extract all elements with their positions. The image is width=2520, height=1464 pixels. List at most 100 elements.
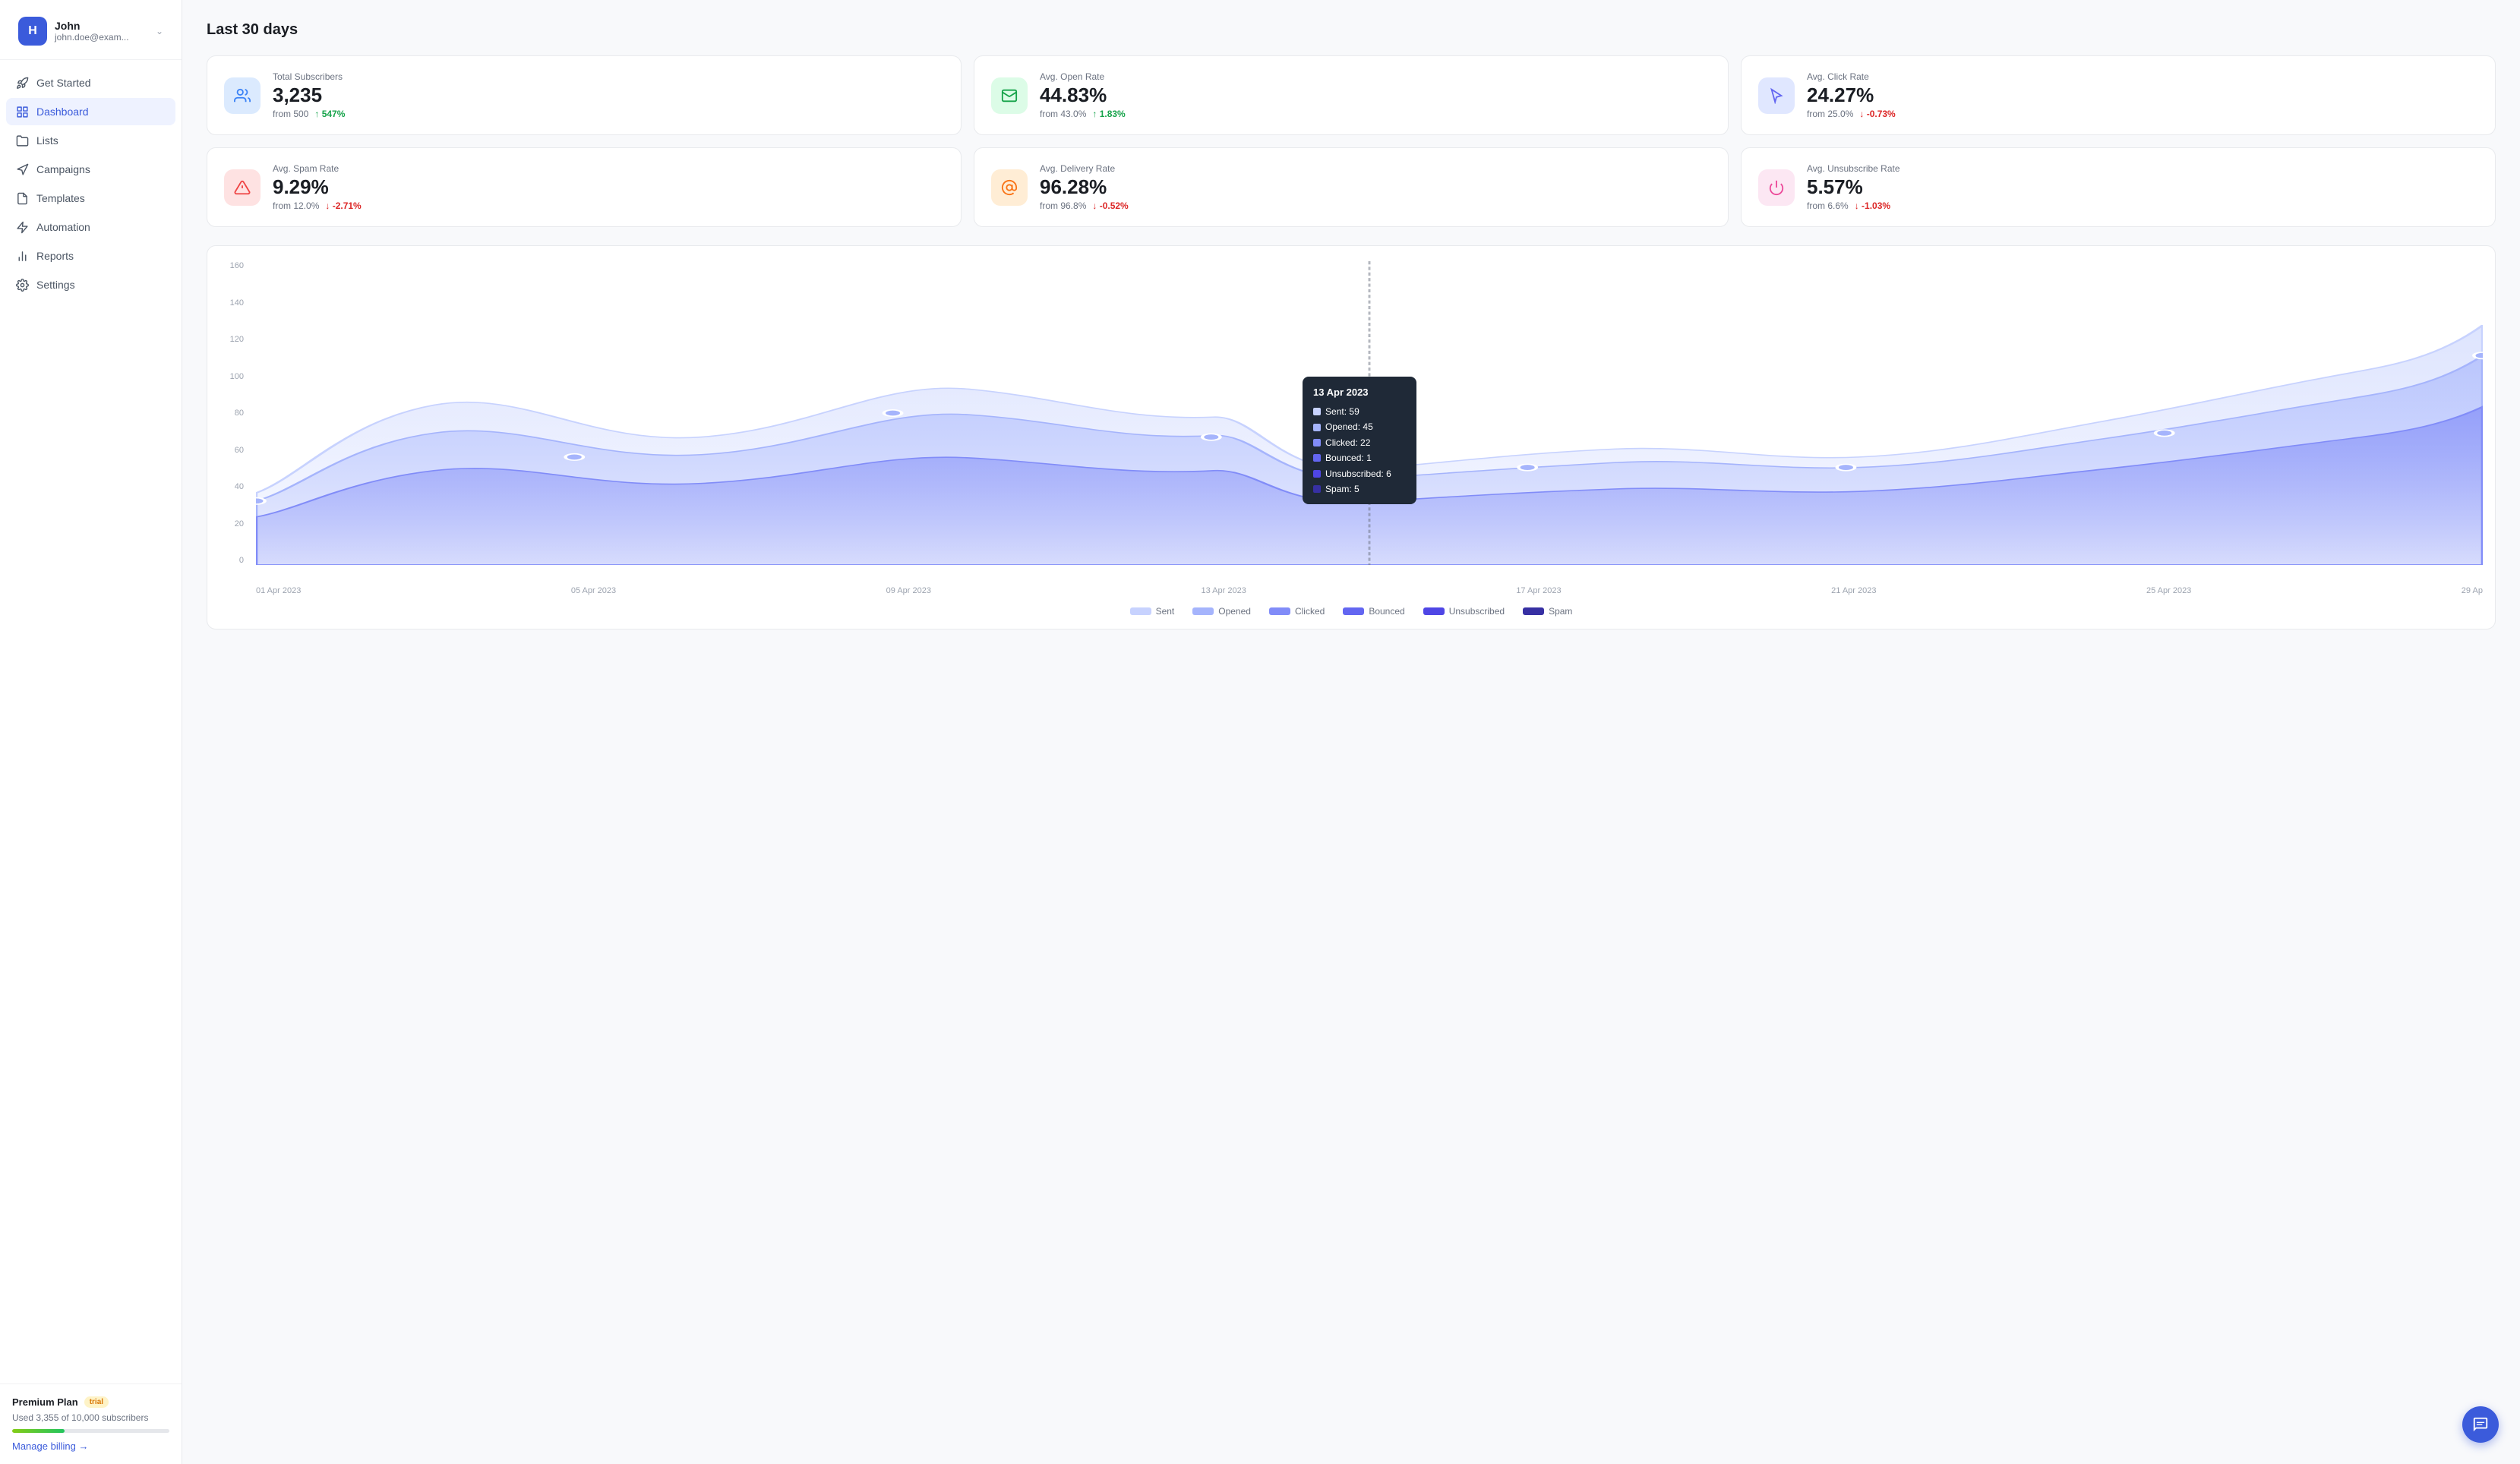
sidebar-item-campaigns[interactable]: Campaigns: [6, 156, 175, 183]
chat-button[interactable]: [2462, 1406, 2499, 1443]
stat-label: Avg. Unsubscribe Rate: [1807, 163, 2478, 174]
legend-label: Sent: [1156, 606, 1175, 617]
page-title: Last 30 days: [207, 21, 2496, 39]
legend-color: [1523, 607, 1544, 615]
legend-label: Unsubscribed: [1449, 606, 1505, 617]
plan-name: Premium Plan: [12, 1396, 78, 1408]
sidebar-item-automation[interactable]: Automation: [6, 213, 175, 241]
sidebar-item-label: Get Started: [36, 77, 91, 89]
y-axis-label: 140: [230, 298, 244, 308]
main-content: Last 30 days Total Subscribers 3,235 fro…: [182, 0, 2520, 1464]
chat-icon: [2472, 1416, 2489, 1433]
chart-svg: [256, 261, 2483, 565]
sidebar-item-dashboard[interactable]: Dashboard: [6, 98, 175, 125]
reports-icon: [15, 249, 29, 263]
x-axis-label: 13 Apr 2023: [1201, 586, 1246, 595]
sidebar-nav: Get Started Dashboard Lists Campaigns Templa…: [0, 60, 182, 1384]
get-started-icon: [15, 76, 29, 90]
avatar: H: [18, 17, 47, 46]
sidebar-item-label: Campaigns: [36, 163, 90, 175]
stat-card-avg-open-rate: Avg. Open Rate 44.83% from 43.0% ↑ 1.83%: [974, 55, 1729, 135]
stat-change: ↑ 1.83%: [1092, 109, 1125, 119]
sidebar-item-get-started[interactable]: Get Started: [6, 69, 175, 96]
y-axis-label: 120: [230, 335, 244, 344]
x-axis-label: 01 Apr 2023: [256, 586, 301, 595]
stat-content: Avg. Click Rate 24.27% from 25.0% ↓ -0.7…: [1807, 71, 2478, 119]
stat-label: Avg. Click Rate: [1807, 71, 2478, 82]
sidebar-item-label: Reports: [36, 250, 74, 262]
user-details: John john.doe@exam...: [55, 20, 148, 43]
user-profile[interactable]: H John john.doe@exam... ⌄: [12, 12, 169, 50]
stat-label: Avg. Spam Rate: [273, 163, 944, 174]
sidebar-item-settings[interactable]: Settings: [6, 271, 175, 298]
user-email: john.doe@exam...: [55, 32, 148, 43]
chart-legend: SentOpenedClickedBouncedUnsubscribedSpam: [219, 606, 2483, 617]
legend-color: [1423, 607, 1445, 615]
stat-from: from 25.0%: [1807, 109, 1853, 119]
stat-meta: from 12.0% ↓ -2.71%: [273, 200, 944, 211]
stat-from: from 6.6%: [1807, 200, 1849, 211]
sidebar: H John john.doe@exam... ⌄ Get Started Das…: [0, 0, 182, 1464]
sidebar-item-lists[interactable]: Lists: [6, 127, 175, 154]
y-axis-label: 20: [235, 519, 244, 528]
stat-card-total-subscribers: Total Subscribers 3,235 from 500 ↑ 547%: [207, 55, 962, 135]
legend-label: Bounced: [1369, 606, 1404, 617]
legend-item-unsubscribed: Unsubscribed: [1423, 606, 1505, 617]
stat-card-avg-delivery-rate: Avg. Delivery Rate 96.28% from 96.8% ↓ -…: [974, 147, 1729, 227]
sidebar-header: H John john.doe@exam... ⌄: [0, 0, 182, 60]
x-axis-label: 21 Apr 2023: [1831, 586, 1876, 595]
warning-icon-wrap: [224, 169, 261, 206]
x-axis-label: 25 Apr 2023: [2146, 586, 2191, 595]
legend-item-bounced: Bounced: [1343, 606, 1404, 617]
y-axis-label: 0: [239, 556, 244, 565]
stat-value: 3,235: [273, 85, 944, 105]
stat-content: Total Subscribers 3,235 from 500 ↑ 547%: [273, 71, 944, 119]
stat-change: ↓ -1.03%: [1855, 200, 1890, 211]
stat-label: Avg. Open Rate: [1040, 71, 1711, 82]
legend-label: Clicked: [1295, 606, 1325, 617]
x-axis-label: 05 Apr 2023: [571, 586, 616, 595]
campaigns-icon: [15, 162, 29, 176]
stat-content: Avg. Unsubscribe Rate 5.57% from 6.6% ↓ …: [1807, 163, 2478, 211]
chart-container: 160140120100806040200: [207, 245, 2496, 629]
legend-color: [1130, 607, 1151, 615]
plan-row: Premium Plan trial: [12, 1396, 169, 1408]
stat-from: from 96.8%: [1040, 200, 1086, 211]
sidebar-item-reports[interactable]: Reports: [6, 242, 175, 270]
stat-card-avg-click-rate: Avg. Click Rate 24.27% from 25.0% ↓ -0.7…: [1741, 55, 2496, 135]
stat-change: ↓ -2.71%: [325, 200, 361, 211]
cursor-icon-wrap: [1758, 77, 1795, 114]
sidebar-item-label: Settings: [36, 279, 75, 291]
stats-grid: Total Subscribers 3,235 from 500 ↑ 547% …: [207, 55, 2496, 227]
sidebar-item-label: Templates: [36, 192, 85, 204]
stat-value: 44.83%: [1040, 85, 1711, 105]
stat-meta: from 43.0% ↑ 1.83%: [1040, 109, 1711, 119]
stat-content: Avg. Spam Rate 9.29% from 12.0% ↓ -2.71%: [273, 163, 944, 211]
stat-content: Avg. Open Rate 44.83% from 43.0% ↑ 1.83%: [1040, 71, 1711, 119]
manage-billing-link[interactable]: Manage billing →: [12, 1440, 169, 1452]
stat-meta: from 96.8% ↓ -0.52%: [1040, 200, 1711, 211]
sidebar-item-templates[interactable]: Templates: [6, 185, 175, 212]
chevron-down-icon: ⌄: [156, 26, 163, 36]
trial-badge: trial: [84, 1396, 109, 1408]
stat-label: Avg. Delivery Rate: [1040, 163, 1711, 174]
stat-card-avg-spam-rate: Avg. Spam Rate 9.29% from 12.0% ↓ -2.71%: [207, 147, 962, 227]
lists-icon: [15, 134, 29, 147]
stat-from: from 12.0%: [273, 200, 319, 211]
chart-y-axis: 160140120100806040200: [219, 261, 250, 565]
stat-value: 24.27%: [1807, 85, 2478, 105]
dashboard-icon: [15, 105, 29, 118]
legend-color: [1343, 607, 1364, 615]
user-name: John: [55, 20, 148, 32]
stat-meta: from 500 ↑ 547%: [273, 109, 944, 119]
stat-change: ↓ -0.73%: [1859, 109, 1895, 119]
templates-icon: [15, 191, 29, 205]
stat-from: from 43.0%: [1040, 109, 1086, 119]
sidebar-item-label: Lists: [36, 134, 58, 147]
progress-fill: [12, 1429, 65, 1433]
legend-label: Spam: [1549, 606, 1572, 617]
x-axis-label: 29 Ap: [2462, 586, 2483, 595]
y-axis-label: 160: [230, 261, 244, 270]
at-icon-wrap: [991, 169, 1028, 206]
usage-text: Used 3,355 of 10,000 subscribers: [12, 1412, 169, 1423]
